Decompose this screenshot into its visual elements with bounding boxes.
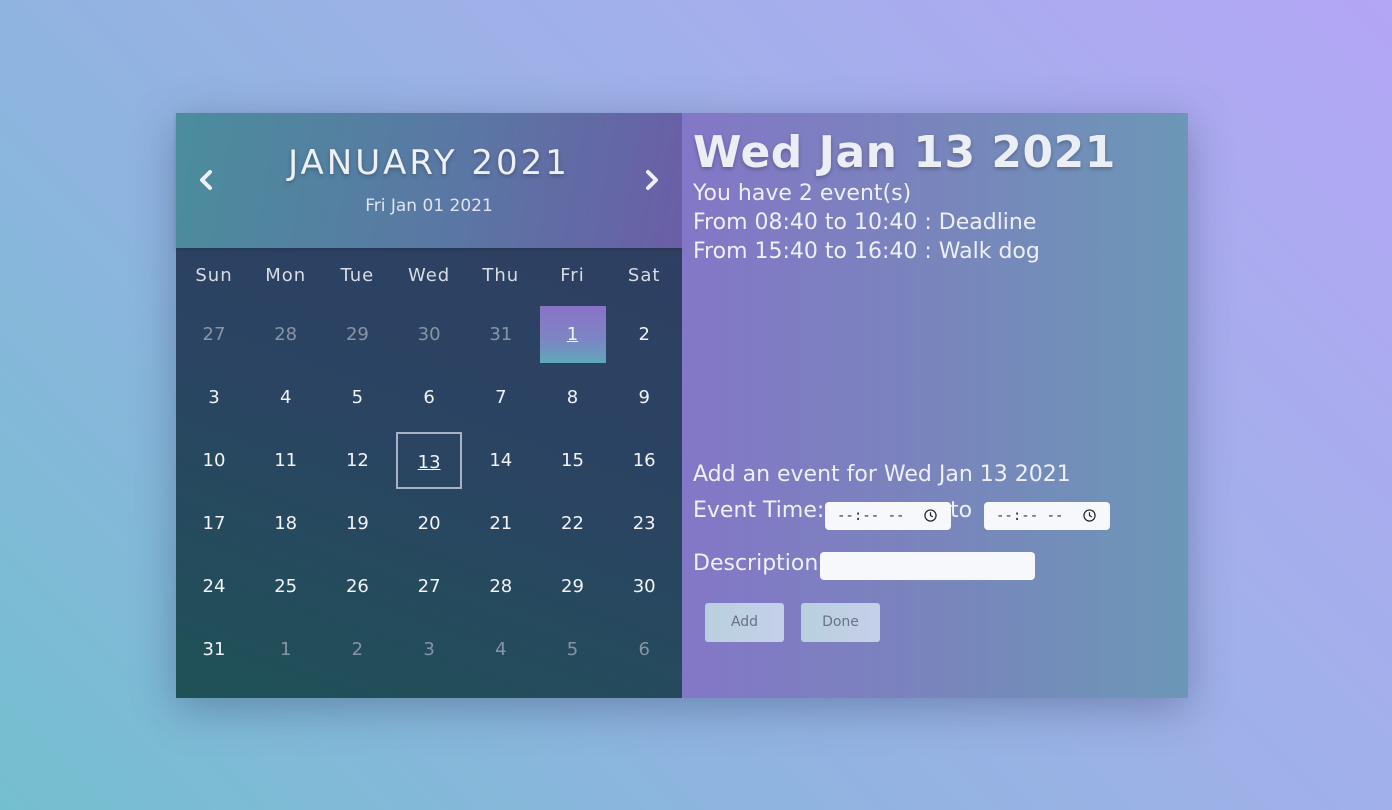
day-cell[interactable]: 17 <box>181 495 247 552</box>
clock-icon <box>924 509 937 522</box>
day-cell[interactable]: 24 <box>181 558 247 615</box>
day-cell[interactable]: 31 <box>181 621 247 678</box>
day-cell[interactable]: 22 <box>540 495 606 552</box>
day-cell-today[interactable]: 1 <box>539 306 606 363</box>
clock-icon <box>1083 509 1096 522</box>
weekday-sun: Sun <box>195 265 233 286</box>
day-cell-selected[interactable]: 13 <box>396 432 463 489</box>
day-cell[interactable]: 29 <box>540 558 606 615</box>
day-cell[interactable]: 20 <box>396 495 462 552</box>
calendar: JANUARY 2021 Fri Jan 01 2021 Sun Mon Tue We… <box>176 113 682 698</box>
start-time-input[interactable]: --:-- -- <box>825 502 951 530</box>
calendar-header: JANUARY 2021 Fri Jan 01 2021 <box>176 113 682 248</box>
day-cell[interactable]: 3 <box>396 621 462 678</box>
day-cell[interactable]: 5 <box>324 369 390 426</box>
event-item: From 08:40 to 10:40 : Deadline <box>693 210 1037 235</box>
day-cell[interactable]: 23 <box>611 495 677 552</box>
day-cell[interactable]: 27 <box>181 306 247 363</box>
day-cell[interactable]: 3 <box>181 369 247 426</box>
day-cell[interactable]: 6 <box>611 621 677 678</box>
day-cell[interactable]: 5 <box>540 621 606 678</box>
day-cell[interactable]: 29 <box>324 306 390 363</box>
day-cell[interactable]: 2 <box>611 306 677 363</box>
description-label: Description: <box>693 551 826 576</box>
day-cell[interactable]: 4 <box>468 621 534 678</box>
day-cell[interactable]: 19 <box>324 495 390 552</box>
event-count: You have 2 event(s) <box>693 181 912 206</box>
selected-date-title: Wed Jan 13 2021 <box>693 127 1116 178</box>
description-input[interactable] <box>820 552 1035 580</box>
day-cell[interactable]: 10 <box>181 432 247 489</box>
calendar-app: JANUARY 2021 Fri Jan 01 2021 Sun Mon Tue We… <box>176 113 1188 698</box>
month-title: JANUARY 2021 <box>288 143 570 183</box>
day-cell[interactable]: 30 <box>611 558 677 615</box>
events-panel: Wed Jan 13 2021 You have 2 event(s) From… <box>682 113 1188 698</box>
day-cell[interactable]: 16 <box>611 432 677 489</box>
add-button[interactable]: Add <box>705 603 784 642</box>
day-cell[interactable]: 26 <box>324 558 390 615</box>
day-cell[interactable]: 1 <box>253 621 319 678</box>
day-cell[interactable]: 2 <box>324 621 390 678</box>
day-cell[interactable]: 18 <box>253 495 319 552</box>
chevron-right-icon[interactable] <box>641 167 663 193</box>
day-cell[interactable]: 25 <box>253 558 319 615</box>
day-cell[interactable]: 28 <box>253 306 319 363</box>
event-time-label: Event Time: <box>693 498 825 523</box>
done-button[interactable]: Done <box>801 603 880 642</box>
day-cell[interactable]: 28 <box>468 558 534 615</box>
add-event-title: Add an event for Wed Jan 13 2021 <box>693 462 1071 487</box>
event-item: From 15:40 to 16:40 : Walk dog <box>693 239 1040 264</box>
end-time-input[interactable]: --:-- -- <box>984 502 1110 530</box>
day-cell[interactable]: 30 <box>396 306 462 363</box>
day-cell[interactable]: 27 <box>396 558 462 615</box>
day-cell[interactable]: 14 <box>468 432 534 489</box>
weekday-sat: Sat <box>627 265 661 286</box>
end-time-value: --:-- -- <box>996 508 1064 524</box>
weekday-wed: Wed <box>407 265 451 286</box>
day-cell[interactable]: 6 <box>396 369 462 426</box>
weekday-thu: Thu <box>482 265 520 286</box>
day-cell[interactable]: 21 <box>468 495 534 552</box>
day-cell[interactable]: 4 <box>253 369 319 426</box>
start-time-value: --:-- -- <box>837 508 905 524</box>
day-cell[interactable]: 7 <box>468 369 534 426</box>
weekday-fri: Fri <box>560 265 585 286</box>
day-cell[interactable]: 15 <box>540 432 606 489</box>
day-cell[interactable]: 8 <box>540 369 606 426</box>
weekday-tue: Tue <box>340 265 375 286</box>
day-cell[interactable]: 9 <box>611 369 677 426</box>
current-date: Fri Jan 01 2021 <box>365 196 493 216</box>
to-label: to <box>950 498 973 523</box>
weekday-row: Sun Mon Tue Wed Thu Fri Sat <box>176 265 682 289</box>
day-cell[interactable]: 31 <box>468 306 534 363</box>
weekday-mon: Mon <box>265 265 307 286</box>
day-cell[interactable]: 11 <box>253 432 319 489</box>
day-cell[interactable]: 12 <box>324 432 390 489</box>
